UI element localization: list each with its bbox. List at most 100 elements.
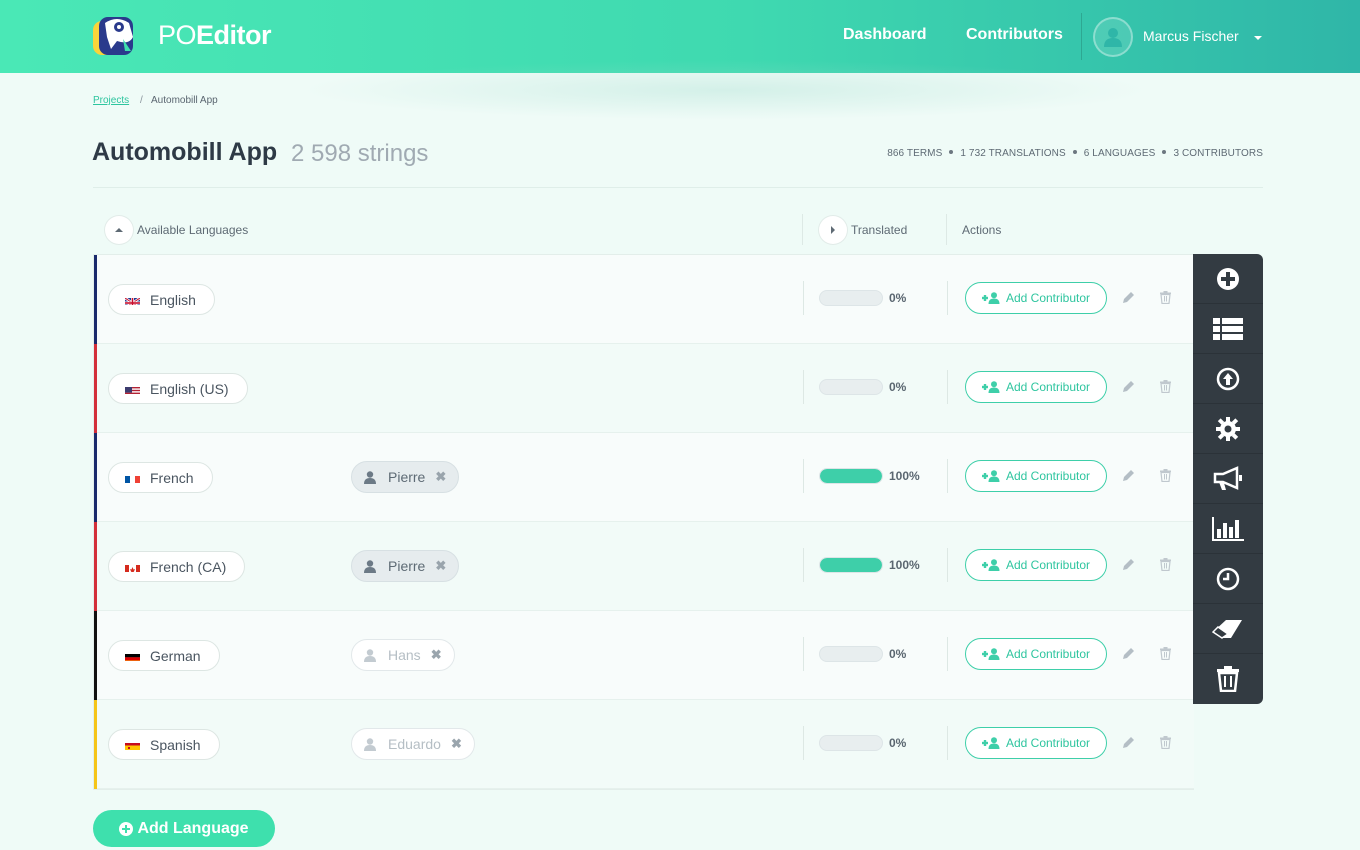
contributor-name: Pierre xyxy=(388,558,426,574)
flag-ca-icon xyxy=(125,562,140,572)
language-name: English xyxy=(150,291,196,308)
column-divider xyxy=(947,459,948,493)
contributor-name: Hans xyxy=(388,647,421,663)
progress-bar xyxy=(819,379,883,395)
add-terms-button[interactable] xyxy=(1193,254,1263,304)
progress-label: 0% xyxy=(889,291,907,305)
pencil-icon[interactable] xyxy=(1122,558,1135,576)
strings-count: 2 598 strings xyxy=(291,140,429,167)
table-row: Spanish Eduardo ✖ 0% Add Contributor xyxy=(94,700,1194,789)
breadcrumb-separator: / xyxy=(140,95,143,106)
flag-fr-icon xyxy=(125,473,140,483)
stat-terms: 866 TERMS xyxy=(887,148,943,159)
poeditor-logo-icon[interactable] xyxy=(93,15,137,57)
add-contributor-label: Add Contributor xyxy=(1005,558,1091,572)
clear-translations-button[interactable] xyxy=(1193,604,1263,654)
progress-label: 0% xyxy=(889,380,907,394)
flag-uk-icon xyxy=(125,295,140,305)
language-pill[interactable]: English xyxy=(108,284,215,315)
language-pill[interactable]: Spanish xyxy=(108,729,220,760)
add-contributor-label: Add Contributor xyxy=(1005,380,1091,394)
languages-table: English 0% Add Contributor English (US) 0% A… xyxy=(93,254,1194,790)
add-contributor-button[interactable]: Add Contributor xyxy=(965,549,1107,581)
add-contributor-button[interactable]: Add Contributor xyxy=(965,460,1107,492)
project-tools-sidebar xyxy=(1193,254,1263,704)
pencil-icon[interactable] xyxy=(1122,736,1135,754)
language-pill[interactable]: German xyxy=(108,640,220,671)
progress-bar xyxy=(819,290,883,306)
remove-contributor-icon[interactable]: ✖ xyxy=(451,736,462,752)
add-contributor-label: Add Contributor xyxy=(1005,736,1091,750)
settings-button[interactable] xyxy=(1193,404,1263,454)
pencil-icon[interactable] xyxy=(1122,380,1135,398)
contributor-chip[interactable]: Eduardo ✖ xyxy=(351,728,475,760)
pencil-icon[interactable] xyxy=(1122,291,1135,309)
column-divider xyxy=(803,637,804,671)
settings-icon xyxy=(1216,416,1240,441)
trash-icon[interactable] xyxy=(1160,736,1171,754)
view-terms-button[interactable] xyxy=(1193,304,1263,354)
stat-contributors: 3 CONTRIBUTORS xyxy=(1173,148,1263,159)
add-contributor-button[interactable]: Add Contributor xyxy=(965,727,1107,759)
add-contributor-button[interactable]: Add Contributor xyxy=(965,282,1107,314)
column-divider xyxy=(803,370,804,404)
chart-icon xyxy=(1212,516,1244,541)
language-pill[interactable]: French (CA) xyxy=(108,551,246,582)
pencil-icon[interactable] xyxy=(1122,647,1135,665)
trash-icon[interactable] xyxy=(1160,558,1171,576)
language-name: French xyxy=(150,469,194,486)
caret-up-icon xyxy=(115,228,123,232)
sort-translated-button[interactable] xyxy=(819,216,847,244)
history-button[interactable] xyxy=(1193,554,1263,604)
user-icon xyxy=(364,470,376,484)
contributor-chip[interactable]: Hans ✖ xyxy=(351,639,455,671)
add-user-icon xyxy=(981,559,1000,571)
project-stats: 866 TERMS 1 732 TRANSLATIONS 6 LANGUAGES 3 … xyxy=(887,148,1263,159)
statistics-button[interactable] xyxy=(1193,504,1263,554)
pencil-icon[interactable] xyxy=(1122,469,1135,487)
add-language-button[interactable]: Add Language xyxy=(93,810,275,847)
add-contributor-button[interactable]: Add Contributor xyxy=(965,371,1107,403)
breadcrumb-projects[interactable]: Projects xyxy=(93,95,129,106)
language-pill[interactable]: English (US) xyxy=(108,373,248,404)
contributor-name: Pierre xyxy=(388,469,426,485)
nav-dashboard[interactable]: Dashboard xyxy=(843,26,927,44)
column-divider xyxy=(947,370,948,404)
progress-bar xyxy=(819,646,883,662)
avatar[interactable] xyxy=(1093,17,1133,57)
flag-es-icon xyxy=(125,740,140,750)
contributor-chip[interactable]: Pierre ✖ xyxy=(351,550,460,582)
user-icon xyxy=(364,648,376,662)
announcements-button[interactable] xyxy=(1193,454,1263,504)
language-color-bar xyxy=(94,255,97,344)
remove-contributor-icon[interactable]: ✖ xyxy=(431,647,442,663)
clock-icon xyxy=(1216,567,1240,590)
language-color-bar xyxy=(94,522,97,611)
import-button[interactable] xyxy=(1193,354,1263,404)
nav-contributors[interactable]: Contributors xyxy=(966,26,1063,44)
add-contributor-button[interactable]: Add Contributor xyxy=(965,638,1107,670)
header-divider xyxy=(802,214,803,245)
column-divider xyxy=(803,548,804,582)
language-name: Spanish xyxy=(150,736,201,753)
header-available-languages: Available Languages xyxy=(137,223,249,237)
remove-contributor-icon[interactable]: ✖ xyxy=(435,558,446,574)
sort-languages-button[interactable] xyxy=(105,216,133,244)
trash-icon[interactable] xyxy=(1160,380,1171,398)
stat-languages: 6 LANGUAGES xyxy=(1083,148,1156,159)
trash-icon[interactable] xyxy=(1160,647,1171,665)
user-name[interactable]: Marcus Fischer xyxy=(1143,28,1239,44)
user-icon xyxy=(1104,28,1122,47)
logo-text[interactable]: POEditor xyxy=(158,20,272,51)
language-name: German xyxy=(150,647,201,664)
language-pill[interactable]: French xyxy=(108,462,213,493)
chevron-down-icon[interactable] xyxy=(1254,36,1262,40)
breadcrumb-current: Automobill App xyxy=(151,95,218,106)
header-actions: Actions xyxy=(962,223,1002,237)
remove-contributor-icon[interactable]: ✖ xyxy=(435,469,446,485)
trash-icon[interactable] xyxy=(1160,291,1171,309)
contributor-chip[interactable]: Pierre ✖ xyxy=(351,461,460,493)
add-user-icon xyxy=(981,648,1000,660)
delete-project-button[interactable] xyxy=(1193,654,1263,704)
trash-icon[interactable] xyxy=(1160,469,1171,487)
